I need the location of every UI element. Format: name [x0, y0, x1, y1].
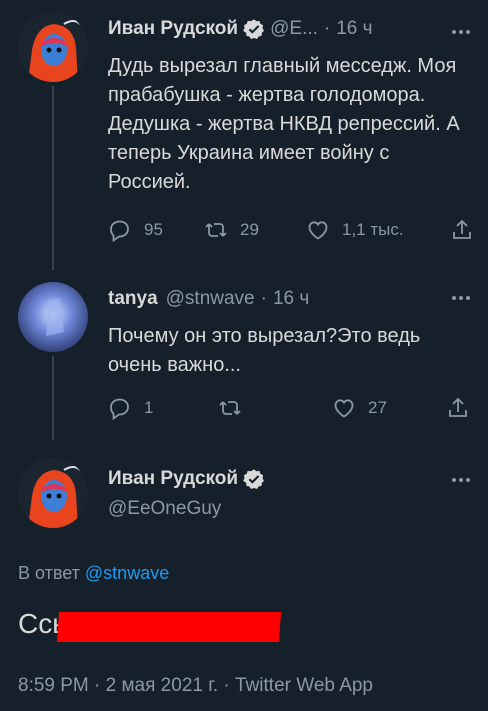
tweet-actions: 1 27 — [108, 396, 478, 424]
author-handle[interactable]: @EeOneGuy — [108, 498, 221, 520]
like-count: 1,1 тыс. — [342, 220, 404, 239]
share-icon — [453, 219, 471, 239]
reply-icon — [110, 398, 129, 420]
separator-dot: · — [323, 18, 331, 39]
verified-badge-icon — [243, 19, 265, 39]
thread-line — [52, 356, 54, 440]
verified-badge-icon — [243, 469, 265, 489]
reply-count: 95 — [144, 220, 163, 239]
tweet-time[interactable]: 16 ч — [336, 18, 372, 40]
retweet-button[interactable]: 29 — [204, 218, 259, 242]
tweet-text: Дудь вырезал главный месседж. Моя прабаб… — [108, 55, 460, 193]
tweet-header: tanya @stnwave · 16 ч — [108, 288, 309, 310]
reply-count: 1 — [144, 398, 154, 417]
more-icon[interactable] — [452, 30, 470, 34]
more-icon[interactable] — [452, 478, 470, 482]
tweet-meta[interactable]: 8:59 PM · 2 мая 2021 г. · Twitter Web Ap… — [18, 675, 373, 697]
reply-button[interactable]: 95 — [108, 218, 163, 242]
tweet-header: Иван Рудской @E... · 16 ч — [108, 18, 373, 40]
share-button[interactable] — [446, 396, 470, 420]
thread-line — [52, 86, 54, 270]
like-button[interactable]: 1,1 тыс. — [306, 218, 404, 242]
retweet-button[interactable] — [218, 396, 254, 420]
like-icon — [334, 399, 354, 418]
reply-icon — [110, 220, 129, 242]
tweet-ivan-1[interactable]: Иван Рудской @E... · 16 ч Дудь вырезал г… — [0, 0, 488, 270]
author-name[interactable]: Иван Рудской — [108, 18, 238, 40]
like-count: 27 — [368, 398, 387, 417]
avatar-ivan[interactable] — [18, 458, 88, 528]
retweet-count: 29 — [240, 220, 259, 239]
author-handle[interactable]: @stnwave — [166, 288, 255, 310]
retweet-icon — [219, 401, 241, 415]
tweet-tanya[interactable]: tanya @stnwave · 16 ч Почему он это выре… — [0, 270, 488, 440]
share-button[interactable] — [450, 218, 474, 242]
redaction-overlay — [56, 612, 282, 642]
tweet-text: Почему он это вырезал?Это ведь очень важ… — [108, 325, 421, 376]
tweet-time[interactable]: 16 ч — [273, 288, 309, 310]
author-name[interactable]: tanya — [108, 288, 158, 310]
share-icon — [449, 397, 467, 417]
tweet-header: Иван Рудской — [108, 468, 270, 490]
avatar-tanya[interactable] — [18, 282, 88, 352]
like-icon — [308, 221, 328, 240]
tweet-actions: 95 29 1,1 тыс. — [108, 218, 478, 246]
like-button[interactable]: 27 — [332, 396, 387, 420]
reply-button[interactable]: 1 — [108, 396, 153, 420]
retweet-icon — [205, 223, 227, 237]
author-name[interactable]: Иван Рудской — [108, 468, 238, 490]
more-icon[interactable] — [452, 296, 470, 300]
reply-to-handle[interactable]: @stnwave — [85, 563, 169, 583]
tweet-handle-row: @EeOneGuy — [108, 498, 221, 520]
author-handle[interactable]: @E... — [270, 18, 318, 40]
avatar-ivan[interactable] — [18, 12, 88, 82]
separator-dot: · — [260, 288, 267, 309]
reply-to-line: В ответ @stnwave — [18, 563, 169, 584]
reply-to-prefix: В ответ — [18, 563, 80, 583]
